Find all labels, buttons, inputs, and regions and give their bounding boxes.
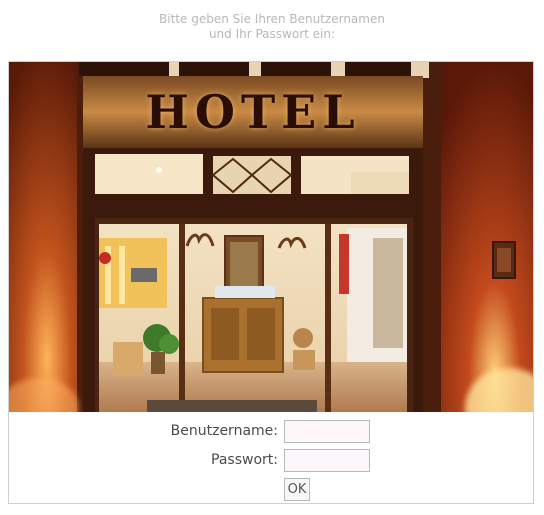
hotel-entrance-photo: HOTEL HOTEL (9, 62, 533, 412)
password-label: Passwort: (211, 452, 278, 468)
password-row: Passwort: (9, 449, 533, 473)
username-label: Benutzername: (170, 423, 278, 439)
username-input[interactable] (284, 420, 370, 443)
login-form: Benutzername: Passwort: OK (9, 412, 533, 504)
login-panel: HOTEL HOTEL Benutzername: Passwort: OK (8, 61, 534, 504)
password-input[interactable] (284, 449, 370, 472)
ok-button[interactable]: OK (284, 478, 310, 501)
username-row: Benutzername: (9, 420, 533, 444)
login-instructions: Bitte geben Sie Ihren Benutzernamen und … (0, 12, 544, 42)
hotel-sign-text: HOTEL (145, 85, 360, 139)
instructions-line-2: und Ihr Passwort ein: (208, 27, 336, 41)
instructions-line-1: Bitte geben Sie Ihren Benutzernamen (159, 12, 385, 26)
